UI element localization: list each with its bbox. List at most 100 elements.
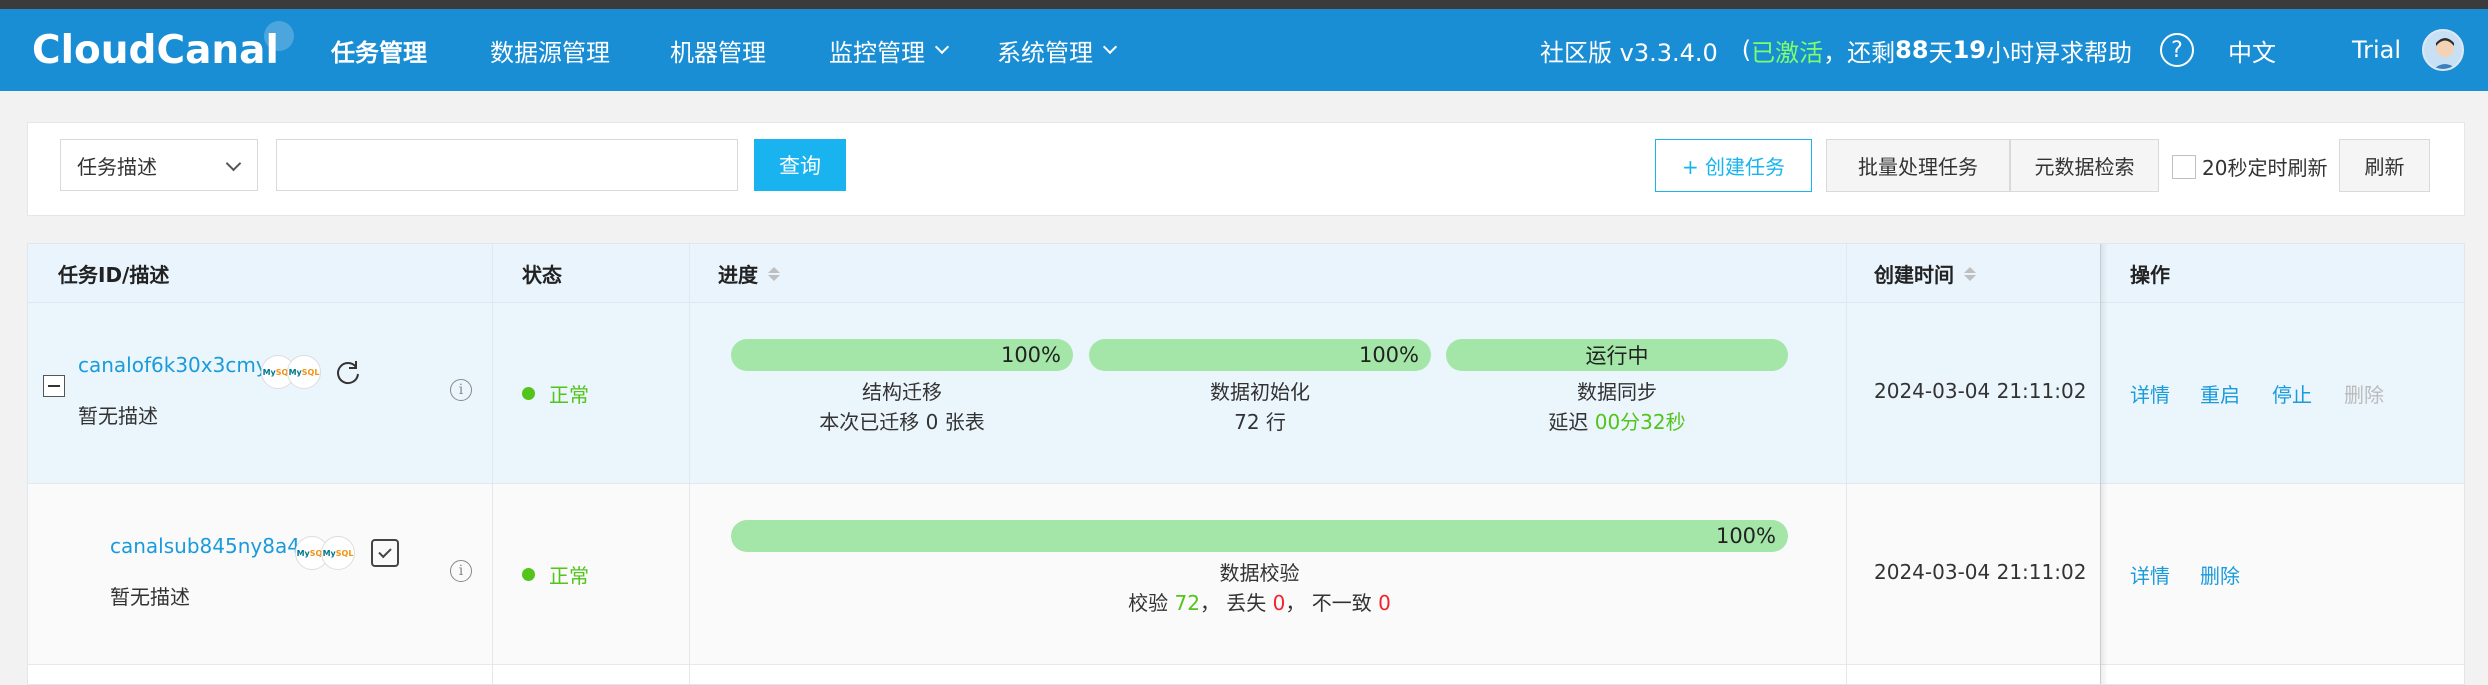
nav-monitor-management[interactable]: 监控管理	[829, 9, 950, 91]
metadata-search-button[interactable]: 元数据检索	[2010, 139, 2159, 192]
license-days-unit: 天	[1928, 38, 1953, 67]
user-label: Trial	[2352, 36, 2402, 64]
nav-datasource-management[interactable]: 数据源管理	[490, 9, 610, 91]
window-top-strip	[0, 0, 2488, 9]
column-status: 状态	[522, 263, 562, 287]
language-label: 中文	[2228, 38, 2276, 67]
created-time: 2024-03-04 21:11:02	[1874, 560, 2087, 584]
stop-link[interactable]: 停止	[2272, 379, 2312, 408]
detail-link[interactable]: 详情	[2130, 560, 2170, 589]
license-info: 社区版 v3.3.4.0 ( 已激活 ，还剩 88 天 19 小时)	[1540, 9, 2043, 91]
stage-data-check: 数据校验 校验 72， 丢失 0， 不一致 0	[731, 558, 1788, 618]
stage-detail: 延迟 00分32秒	[1548, 410, 1686, 434]
restart-link[interactable]: 重启	[2200, 379, 2240, 408]
delete-link[interactable]: 删除	[2200, 560, 2240, 589]
stage-name: 数据初始化	[1210, 380, 1310, 404]
license-hours: 19	[1952, 36, 1986, 64]
nav-task-management[interactable]: 任务管理	[331, 9, 427, 91]
sort-icon[interactable]	[1964, 266, 1976, 281]
column-divider	[1846, 244, 1847, 684]
status-badge: 正常	[522, 379, 589, 408]
bar-text: 100%	[1715, 524, 1776, 548]
mysql-target-icon: My SQL	[287, 355, 321, 389]
task-description: 暂无描述	[78, 404, 158, 428]
info-icon[interactable]: i	[450, 560, 472, 582]
select-value: 任务描述	[77, 154, 157, 179]
license-activated: 已激活	[1751, 38, 1824, 67]
status-badge: 正常	[522, 560, 589, 589]
sort-icon[interactable]	[768, 266, 780, 281]
license-days: 88	[1895, 36, 1929, 64]
status-label: 正常	[549, 383, 589, 407]
logo-bubble	[264, 21, 294, 51]
check-count: 72	[1174, 591, 1200, 615]
stage-progress-bar: 100%	[731, 339, 1073, 371]
stage-progress-bar: 100%	[731, 520, 1788, 552]
batch-process-button[interactable]: 批量处理任务	[1826, 139, 2010, 192]
column-created-time[interactable]: 创建时间	[1874, 244, 1976, 303]
stage-name: 结构迁移	[862, 380, 942, 404]
detail-link[interactable]: 详情	[2130, 379, 2170, 408]
nav-label: 机器管理	[670, 38, 766, 67]
chevron-down-icon	[225, 155, 242, 172]
lost-count: 0	[1272, 591, 1286, 615]
edition-version: 社区版 v3.3.4.0	[1540, 38, 1718, 67]
stage-data-sync: 数据同步 延迟 00分32秒	[1446, 377, 1788, 437]
auto-refresh-checkbox[interactable]	[2172, 154, 2196, 179]
nav-label: 系统管理	[997, 38, 1093, 67]
stage-structure-migration: 结构迁移 本次已迁移 0 张表	[731, 377, 1073, 437]
chevron-down-icon	[1102, 39, 1118, 55]
column-divider	[689, 244, 690, 684]
refresh-button[interactable]: 刷新	[2339, 139, 2430, 192]
question-icon[interactable]: ?	[2160, 33, 2194, 67]
stage-detail: 72 行	[1234, 410, 1286, 434]
mysql-target-icon: My SQL	[321, 536, 355, 570]
stage-name: 数据校验	[1219, 561, 1300, 585]
stage-progress-bar: 运行中	[1446, 339, 1788, 371]
nav-machine-management[interactable]: 机器管理	[670, 9, 766, 91]
nav-label: 监控管理	[829, 38, 925, 67]
search-input[interactable]	[276, 139, 738, 191]
status-dot-icon	[522, 387, 535, 400]
task-id-link[interactable]: canalsub845ny8a4	[110, 534, 300, 558]
column-label: 进度	[718, 263, 758, 287]
column-progress[interactable]: 进度	[718, 244, 780, 303]
license-open: (	[1741, 36, 1752, 64]
stage-progress-bar: 100%	[1089, 339, 1431, 371]
task-id-link[interactable]: canalof6k30x3cmy	[78, 353, 268, 377]
top-navbar: CloudCanal 任务管理 数据源管理 机器管理 监控管理 系统管理 社区版…	[0, 9, 2488, 91]
auto-refresh-label: 20秒定时刷新	[2202, 156, 2328, 180]
help-label: 寻求帮助	[2036, 38, 2132, 67]
fixed-column-shadow	[2100, 244, 2108, 684]
bar-text: 100%	[1000, 343, 1061, 367]
stage-name: 数据同步	[1577, 380, 1657, 404]
status-label: 正常	[549, 564, 589, 588]
bar-text: 100%	[1358, 343, 1419, 367]
column-divider	[492, 244, 493, 684]
stage-data-init: 数据初始化 72 行	[1089, 377, 1431, 437]
sync-delay: 00分32秒	[1594, 410, 1686, 434]
diff-count: 0	[1378, 591, 1391, 615]
create-task-button[interactable]: + 创建任务	[1655, 139, 1812, 192]
created-time: 2024-03-04 21:11:02	[1874, 379, 2087, 403]
filter-field-select[interactable]: 任务描述	[60, 139, 258, 191]
stage-detail: 校验 72， 丢失 0， 不一致 0	[1128, 591, 1391, 615]
collapse-icon[interactable]	[43, 375, 65, 397]
column-actions: 操作	[2130, 263, 2170, 287]
language-selector[interactable]: 中文	[2228, 9, 2276, 91]
nav-system-management[interactable]: 系统管理	[997, 9, 1118, 91]
task-description: 暂无描述	[110, 585, 190, 609]
logo[interactable]: CloudCanal	[32, 21, 294, 73]
auto-refresh-toggle[interactable]: 20秒定时刷新	[2172, 152, 2327, 181]
query-button[interactable]: 查询	[754, 139, 846, 191]
info-icon[interactable]: i	[450, 379, 472, 401]
help-link[interactable]: 寻求帮助	[2036, 9, 2132, 91]
avatar[interactable]	[2422, 29, 2464, 71]
license-remaining-prefix: ，还剩	[1823, 38, 1896, 67]
nav-label: 数据源管理	[490, 38, 610, 67]
user-name[interactable]: Trial	[2352, 9, 2401, 91]
column-label: 创建时间	[1874, 263, 1954, 287]
check-task-icon	[371, 539, 399, 567]
nav-label: 任务管理	[331, 38, 427, 67]
task-table: 任务ID/描述 状态 进度 创建时间 操作 canalof6k30x3cmy M…	[27, 243, 2465, 685]
